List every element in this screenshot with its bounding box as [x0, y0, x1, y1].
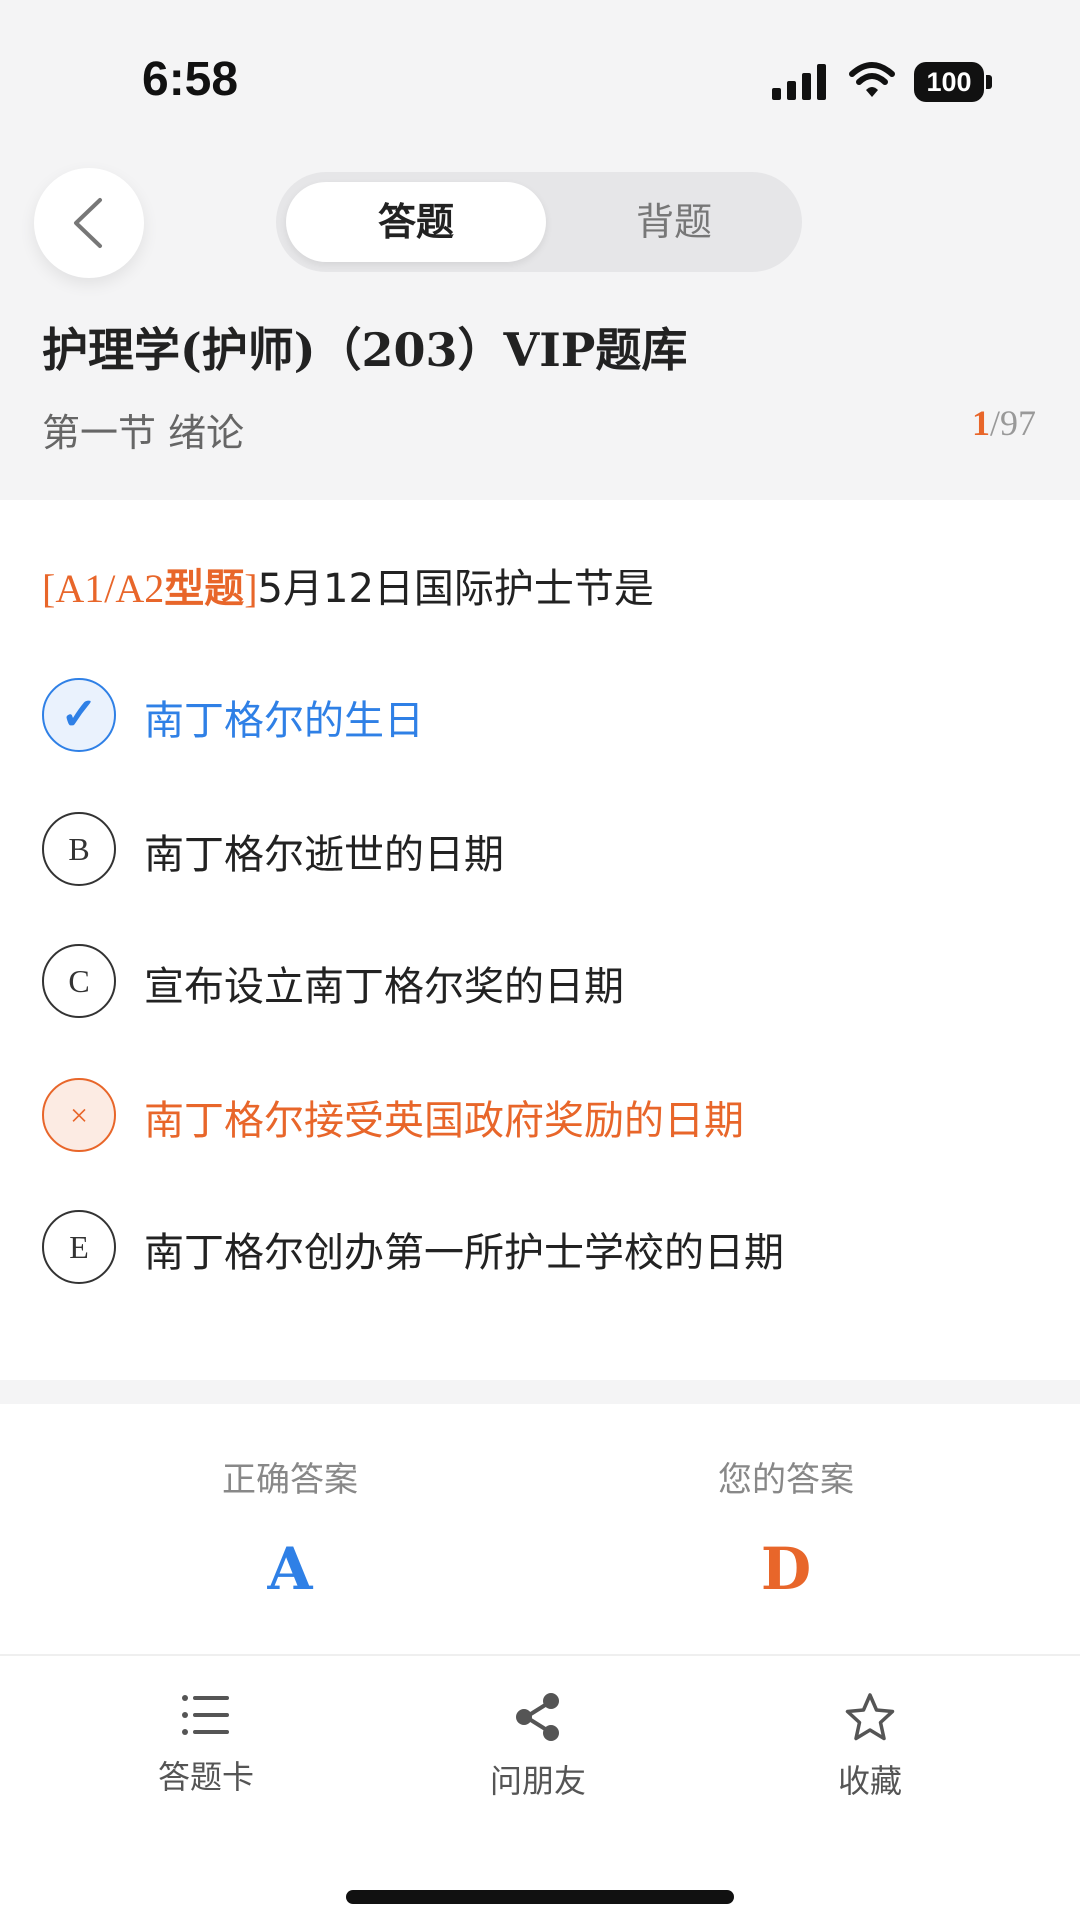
exam-page: 6:58 100 答题 背题 护理学(护师)（203）VIP题库 第一节 绪论 …: [0, 0, 1080, 1920]
option-e[interactable]: E 南丁格尔创办第一所护士学校的日期: [42, 1210, 1042, 1286]
option-a[interactable]: ✓ 南丁格尔的生日: [42, 678, 1042, 754]
nav-label: 收藏: [837, 1762, 902, 1800]
option-text: 南丁格尔逝世的日期: [144, 832, 504, 878]
option-d[interactable]: × 南丁格尔接受英国政府奖励的日期: [42, 1078, 1042, 1154]
status-bar: 6:58 100: [0, 0, 1080, 160]
option-text: 南丁格尔接受英国政府奖励的日期: [144, 1098, 744, 1144]
question-bank-title: 护理学(护师)（203）VIP题库: [42, 323, 688, 377]
wifi-icon: [849, 62, 895, 97]
list-icon: [182, 1695, 229, 1735]
nav-answer-card[interactable]: 答题卡: [106, 1692, 306, 1798]
question-progress: 1/97: [972, 402, 1036, 444]
battery-tip: [986, 75, 992, 89]
header: 6:58 100 答题 背题 护理学(护师)（203）VIP题库 第一节 绪论 …: [0, 0, 1080, 500]
progress-total: /97: [989, 403, 1036, 443]
option-marker: C: [42, 944, 116, 1018]
option-text: 宣布设立南丁格尔奖的日期: [144, 964, 624, 1010]
option-text: 南丁格尔创办第一所护士学校的日期: [144, 1230, 784, 1276]
cellular-signal-icon: [772, 64, 826, 100]
chevron-left-icon: [74, 198, 102, 248]
correct-answer-value: A: [267, 1535, 313, 1603]
section-divider: [0, 1380, 1080, 1404]
question-type-suffix: ]: [244, 566, 258, 611]
cross-icon: ×: [42, 1078, 116, 1152]
tab-answer-mode[interactable]: 答题: [286, 182, 546, 262]
correct-answer-label: 正确答案: [222, 1460, 358, 1500]
question-text: 5月12日国际护士节是: [257, 566, 654, 612]
section-title: 第一节 绪论: [42, 411, 245, 455]
nav-label: 问朋友: [489, 1762, 586, 1800]
share-icon: [516, 1693, 559, 1741]
nav-ask-friend[interactable]: 问朋友: [438, 1692, 638, 1802]
your-answer-value: D: [760, 1535, 812, 1603]
status-time: 6:58: [142, 53, 239, 106]
option-marker: B: [42, 812, 116, 886]
your-answer: 您的答案 D: [636, 1452, 936, 1603]
option-b[interactable]: B 南丁格尔逝世的日期: [42, 812, 1042, 888]
mode-switch: 答题 背题: [276, 172, 802, 272]
battery-level: 100: [914, 62, 984, 102]
question-stem: [A1/A2型题]5月12日国际护士节是: [42, 556, 654, 614]
nav-favorite[interactable]: 收藏: [770, 1692, 970, 1802]
bottom-nav: 答题卡 问朋友 收藏: [0, 1654, 1080, 1920]
check-icon: ✓: [42, 678, 116, 752]
question-type: [A1/A2型题]: [42, 566, 258, 612]
back-button[interactable]: [34, 168, 144, 278]
home-indicator: [346, 1890, 734, 1904]
correct-answer: 正确答案 A: [140, 1452, 440, 1603]
battery-indicator: 100: [914, 62, 992, 102]
question-type-prefix: [A1/A2: [42, 566, 165, 611]
nav-label: 答题卡: [157, 1758, 254, 1796]
option-text: 南丁格尔的生日: [144, 698, 424, 744]
option-c[interactable]: C 宣布设立南丁格尔奖的日期: [42, 944, 1042, 1020]
your-answer-label: 您的答案: [718, 1460, 854, 1500]
option-marker: E: [42, 1210, 116, 1284]
tab-memorize-mode[interactable]: 背题: [544, 182, 804, 262]
progress-current: 1: [971, 403, 990, 443]
star-icon: [845, 1693, 895, 1741]
question-type-word: 型题: [164, 566, 245, 612]
